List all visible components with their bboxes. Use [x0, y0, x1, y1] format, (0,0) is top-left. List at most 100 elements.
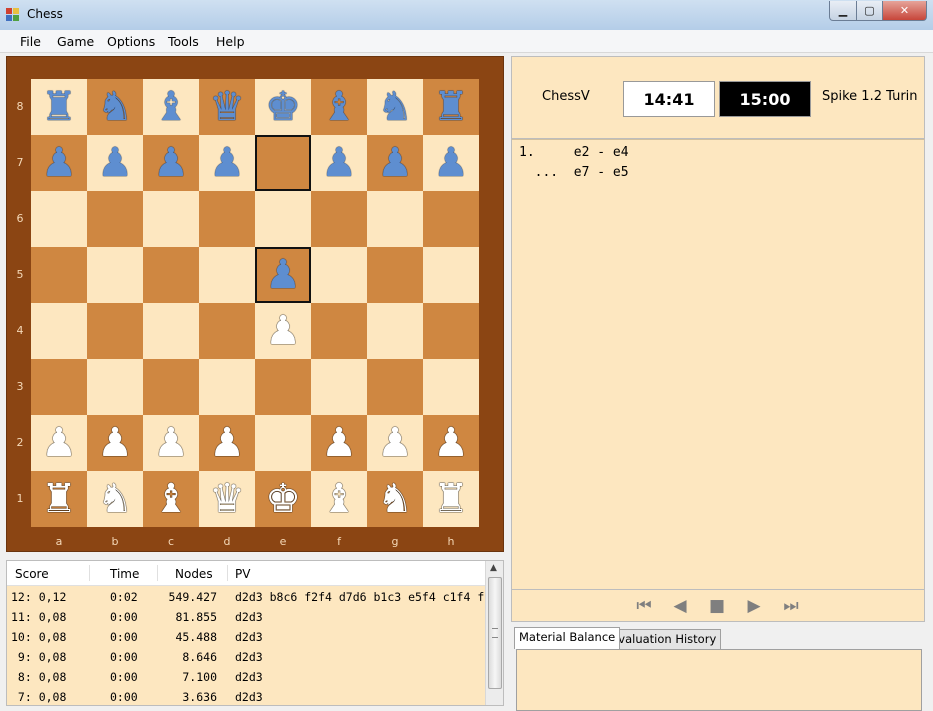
square-h7[interactable]: ♟	[423, 135, 479, 191]
table-row[interactable]: 10: 0,08 0:00 45.488 d2d3	[7, 627, 485, 647]
square-a3[interactable]	[31, 359, 87, 415]
square-c7[interactable]: ♟	[143, 135, 199, 191]
square-c3[interactable]	[143, 359, 199, 415]
scroll-up-icon[interactable]: ▲	[490, 563, 497, 573]
square-g2[interactable]: ♟	[367, 415, 423, 471]
square-h2[interactable]: ♟	[423, 415, 479, 471]
next-move-button[interactable]: ▶	[741, 596, 767, 616]
square-f7[interactable]: ♟	[311, 135, 367, 191]
white-queen-icon[interactable]: ♛	[209, 471, 245, 527]
menu-file[interactable]: File	[20, 34, 41, 49]
square-e8[interactable]: ♚	[255, 79, 311, 135]
square-b3[interactable]	[87, 359, 143, 415]
square-h4[interactable]	[423, 303, 479, 359]
square-e2[interactable]	[255, 415, 311, 471]
white-knight-icon[interactable]: ♞	[377, 471, 413, 527]
white-rook-icon[interactable]: ♜	[433, 471, 469, 527]
close-button[interactable]: ✕	[883, 1, 927, 21]
black-bishop-icon[interactable]: ♝	[321, 79, 357, 135]
black-pawn-icon[interactable]: ♟	[377, 135, 413, 191]
square-f6[interactable]	[311, 191, 367, 247]
square-d7[interactable]: ♟	[199, 135, 255, 191]
stop-button[interactable]: ■	[704, 596, 730, 616]
white-rook-icon[interactable]: ♜	[41, 471, 77, 527]
white-pawn-icon[interactable]: ♟	[41, 415, 77, 471]
black-rook-icon[interactable]: ♜	[433, 79, 469, 135]
white-king-icon[interactable]: ♚	[265, 471, 301, 527]
square-b7[interactable]: ♟	[87, 135, 143, 191]
white-pawn-icon[interactable]: ♟	[97, 415, 133, 471]
square-c4[interactable]	[143, 303, 199, 359]
square-e6[interactable]	[255, 191, 311, 247]
black-knight-icon[interactable]: ♞	[97, 79, 133, 135]
square-f3[interactable]	[311, 359, 367, 415]
square-b8[interactable]: ♞	[87, 79, 143, 135]
black-pawn-icon[interactable]: ♟	[321, 135, 357, 191]
square-d8[interactable]: ♛	[199, 79, 255, 135]
square-a5[interactable]	[31, 247, 87, 303]
square-h1[interactable]: ♜	[423, 471, 479, 527]
black-knight-icon[interactable]: ♞	[377, 79, 413, 135]
white-pawn-icon[interactable]: ♟	[321, 415, 357, 471]
black-king-icon[interactable]: ♚	[265, 79, 301, 135]
square-b6[interactable]	[87, 191, 143, 247]
square-a8[interactable]: ♜	[31, 79, 87, 135]
white-pawn-icon[interactable]: ♟	[265, 303, 301, 359]
white-pawn-icon[interactable]: ♟	[209, 415, 245, 471]
engine-analysis-table[interactable]: Score Time Nodes PV 12: 0,12 0:02 549.427 d…	[6, 560, 504, 706]
table-row[interactable]: 9: 0,08 0:00 8.646 d2d3	[7, 647, 485, 667]
square-a2[interactable]: ♟	[31, 415, 87, 471]
maximize-button[interactable]: ▢	[857, 1, 883, 21]
square-c5[interactable]	[143, 247, 199, 303]
square-e7[interactable]	[255, 135, 311, 191]
first-move-button[interactable]: ⏮	[631, 596, 657, 616]
square-g8[interactable]: ♞	[367, 79, 423, 135]
white-bishop-icon[interactable]: ♝	[153, 471, 189, 527]
square-e5[interactable]: ♟	[255, 247, 311, 303]
white-pawn-icon[interactable]: ♟	[433, 415, 469, 471]
square-h8[interactable]: ♜	[423, 79, 479, 135]
square-a1[interactable]: ♜	[31, 471, 87, 527]
column-score[interactable]: Score	[15, 567, 49, 581]
square-c2[interactable]: ♟	[143, 415, 199, 471]
square-d4[interactable]	[199, 303, 255, 359]
square-g3[interactable]	[367, 359, 423, 415]
white-pawn-icon[interactable]: ♟	[153, 415, 189, 471]
table-row[interactable]: 11: 0,08 0:00 81.855 d2d3	[7, 607, 485, 627]
move-line[interactable]: ... e7 - e5	[519, 165, 629, 180]
white-pawn-icon[interactable]: ♟	[377, 415, 413, 471]
square-e3[interactable]	[255, 359, 311, 415]
square-b5[interactable]	[87, 247, 143, 303]
black-queen-icon[interactable]: ♛	[209, 79, 245, 135]
square-c6[interactable]	[143, 191, 199, 247]
square-b2[interactable]: ♟	[87, 415, 143, 471]
square-g7[interactable]: ♟	[367, 135, 423, 191]
move-list[interactable]: 1. e2 - e4 ... e7 - e5	[511, 139, 925, 590]
tab-material-balance[interactable]: Material Balance	[514, 627, 621, 649]
white-bishop-icon[interactable]: ♝	[321, 471, 357, 527]
square-a4[interactable]	[31, 303, 87, 359]
scrollbar-thumb[interactable]	[488, 577, 502, 689]
menu-options[interactable]: Options	[107, 34, 155, 49]
square-a7[interactable]: ♟	[31, 135, 87, 191]
tab-evaluation-history[interactable]: Evaluation History	[606, 629, 722, 649]
square-d1[interactable]: ♛	[199, 471, 255, 527]
menu-game[interactable]: Game	[57, 34, 94, 49]
square-f1[interactable]: ♝	[311, 471, 367, 527]
last-move-button[interactable]: ⏭	[778, 596, 804, 616]
square-c8[interactable]: ♝	[143, 79, 199, 135]
black-pawn-icon[interactable]: ♟	[153, 135, 189, 191]
square-h6[interactable]	[423, 191, 479, 247]
black-pawn-icon[interactable]: ♟	[433, 135, 469, 191]
square-g4[interactable]	[367, 303, 423, 359]
square-c1[interactable]: ♝	[143, 471, 199, 527]
black-pawn-icon[interactable]: ♟	[97, 135, 133, 191]
black-rook-icon[interactable]: ♜	[41, 79, 77, 135]
square-f8[interactable]: ♝	[311, 79, 367, 135]
minimize-button[interactable]: ▁	[829, 1, 857, 21]
column-pv[interactable]: PV	[235, 567, 250, 581]
square-g1[interactable]: ♞	[367, 471, 423, 527]
column-nodes[interactable]: Nodes	[175, 567, 213, 581]
analysis-scrollbar[interactable]: ▲	[485, 561, 503, 705]
menu-tools[interactable]: Tools	[168, 34, 199, 49]
